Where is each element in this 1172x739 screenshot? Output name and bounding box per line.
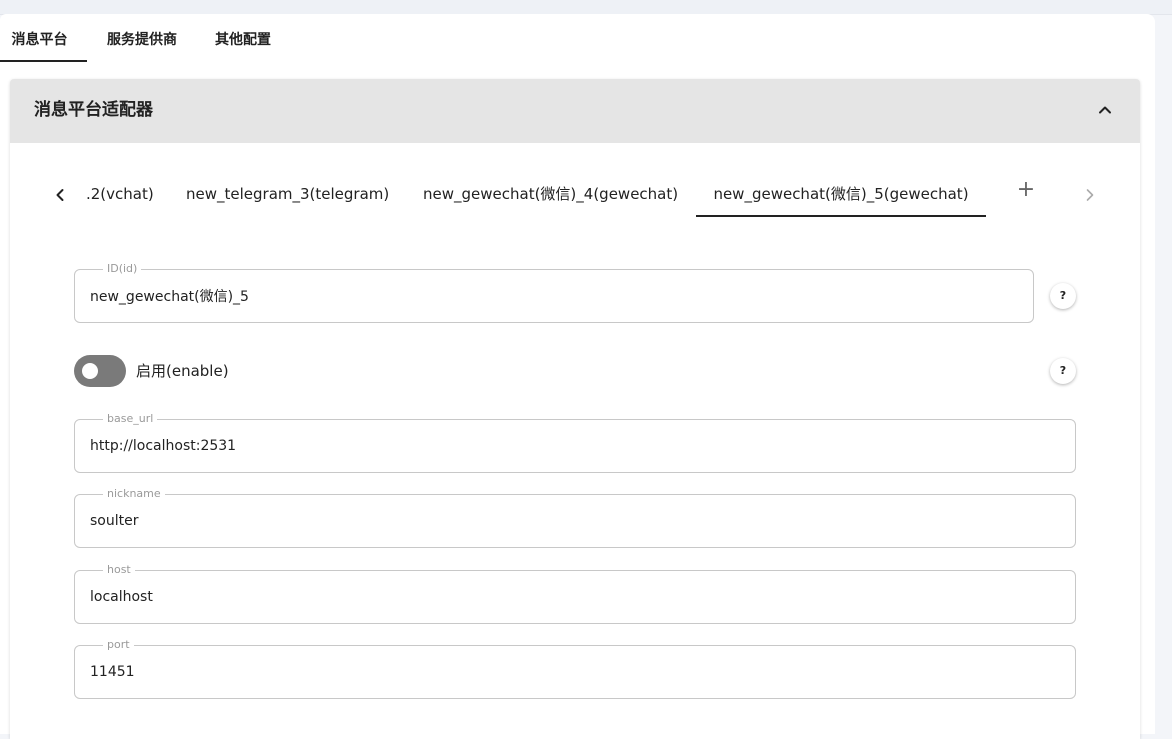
id-input[interactable] — [90, 270, 1018, 322]
base-url-input[interactable] — [90, 420, 1060, 472]
adapter-panel-header[interactable]: 消息平台适配器 — [10, 79, 1140, 143]
tab-other-config[interactable]: 其他配置 — [200, 14, 286, 62]
tab-message-platform[interactable]: 消息平台 — [0, 14, 87, 62]
config-page: 消息平台 服务提供商 其他配置 消息平台适配器 .2(vchat) new_te… — [0, 14, 1155, 739]
adapter-tab-vchat[interactable]: .2(vchat) — [86, 175, 154, 215]
chevron-left-icon[interactable] — [50, 185, 70, 205]
base-url-field: base_url — [74, 412, 1076, 473]
plus-icon[interactable]: + — [1016, 177, 1036, 207]
id-field: ID(id) — [74, 262, 1034, 323]
adapter-tab-gewechat-4[interactable]: new_gewechat(微信)_4(gewechat) — [423, 175, 678, 215]
tab-label: 消息平台 — [11, 32, 68, 48]
adapter-tabs: .2(vchat) new_telegram_3(telegram) new_g… — [10, 175, 1140, 217]
id-help-button[interactable]: ? — [1050, 283, 1076, 309]
adapter-tab-telegram-3[interactable]: new_telegram_3(telegram) — [186, 175, 389, 215]
panel-title: 消息平台适配器 — [34, 100, 153, 120]
switch-knob — [82, 363, 98, 379]
port-input[interactable] — [90, 646, 1060, 698]
chevron-right-icon[interactable] — [1080, 185, 1100, 205]
host-input[interactable] — [90, 571, 1060, 623]
enable-help-button[interactable]: ? — [1050, 358, 1076, 384]
top-strip — [0, 0, 1172, 15]
enable-label: 启用(enable) — [136, 362, 229, 380]
top-tabs: 消息平台 服务提供商 其他配置 — [0, 14, 320, 62]
chevron-up-icon[interactable] — [1096, 101, 1114, 119]
tab-service-provider[interactable]: 服务提供商 — [94, 14, 190, 62]
host-field: host — [74, 563, 1076, 624]
adapter-tab-gewechat-5[interactable]: new_gewechat(微信)_5(gewechat) — [696, 175, 986, 217]
tab-label: 其他配置 — [215, 32, 271, 48]
nickname-input[interactable] — [90, 495, 1060, 547]
adapter-panel: 消息平台适配器 .2(vchat) new_telegram_3(telegra… — [10, 79, 1140, 739]
nickname-field: nickname — [74, 487, 1076, 548]
tab-label: 服务提供商 — [107, 32, 177, 48]
port-field: port — [74, 638, 1076, 699]
enable-switch[interactable] — [74, 355, 126, 387]
